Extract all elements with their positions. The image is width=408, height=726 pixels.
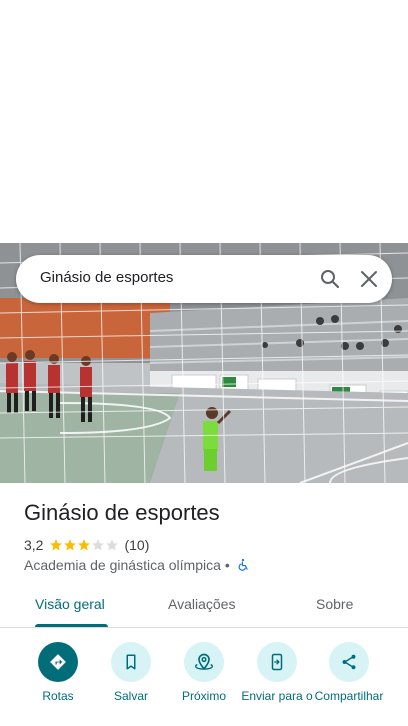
- send-to-phone-button[interactable]: Enviar para o: [237, 642, 317, 703]
- nearby-icon: [194, 653, 214, 670]
- save-button[interactable]: Salvar: [91, 642, 171, 703]
- send-to-phone-icon: [271, 653, 283, 671]
- directions-icon: [50, 654, 66, 670]
- nearby-button-circle[interactable]: [184, 642, 224, 682]
- close-icon[interactable]: [357, 267, 381, 291]
- search-input[interactable]: Ginásio de esportes: [40, 269, 173, 286]
- tab-reviews[interactable]: Avaliações: [168, 596, 235, 612]
- action-bar: Rotas Salvar Próximo Enviar para o Compa…: [0, 640, 408, 726]
- nearby-button[interactable]: Próximo: [164, 642, 244, 703]
- category-row: Academia de ginástica olímpica •: [24, 556, 250, 574]
- nearby-label: Próximo: [181, 689, 226, 703]
- bookmark-icon: [126, 654, 136, 670]
- directions-button-circle[interactable]: [38, 642, 78, 682]
- directions-label: Rotas: [42, 689, 74, 703]
- star-rating: [49, 538, 119, 552]
- rating-row[interactable]: 3,2 (10): [24, 536, 149, 554]
- send-to-phone-button-circle[interactable]: [257, 642, 297, 682]
- review-count: (10): [124, 537, 150, 553]
- star-empty-icon: [106, 539, 119, 551]
- star-filled-icon: [50, 539, 63, 551]
- save-button-circle[interactable]: [111, 642, 151, 682]
- empty-map-area: [0, 0, 408, 243]
- rating-value: 3,2: [24, 537, 44, 553]
- save-label: Salvar: [113, 689, 148, 703]
- share-button[interactable]: Compartilhar: [309, 642, 389, 703]
- directions-button[interactable]: Rotas: [18, 642, 98, 703]
- share-button-circle[interactable]: [329, 642, 369, 682]
- share-icon: [342, 654, 356, 670]
- star-filled-icon: [64, 539, 77, 551]
- category-separator: •: [224, 557, 230, 573]
- place-title: Ginásio de esportes: [24, 500, 220, 525]
- tab-bar: Visão geral Avaliações Sobre: [0, 588, 408, 628]
- send-to-phone-label: Enviar para o: [241, 689, 313, 703]
- search-bar[interactable]: Ginásio de esportes: [16, 255, 392, 303]
- share-label: Compartilhar: [314, 689, 384, 703]
- tab-about[interactable]: Sobre: [316, 596, 353, 612]
- star-empty-icon: [92, 539, 105, 551]
- wheelchair-accessible-icon: [238, 558, 248, 571]
- active-tab-indicator: [35, 624, 108, 627]
- tab-overview[interactable]: Visão geral: [35, 596, 105, 612]
- star-filled-icon: [78, 539, 91, 551]
- search-icon[interactable]: [318, 267, 342, 291]
- place-category: Academia de ginástica olímpica: [24, 557, 221, 573]
